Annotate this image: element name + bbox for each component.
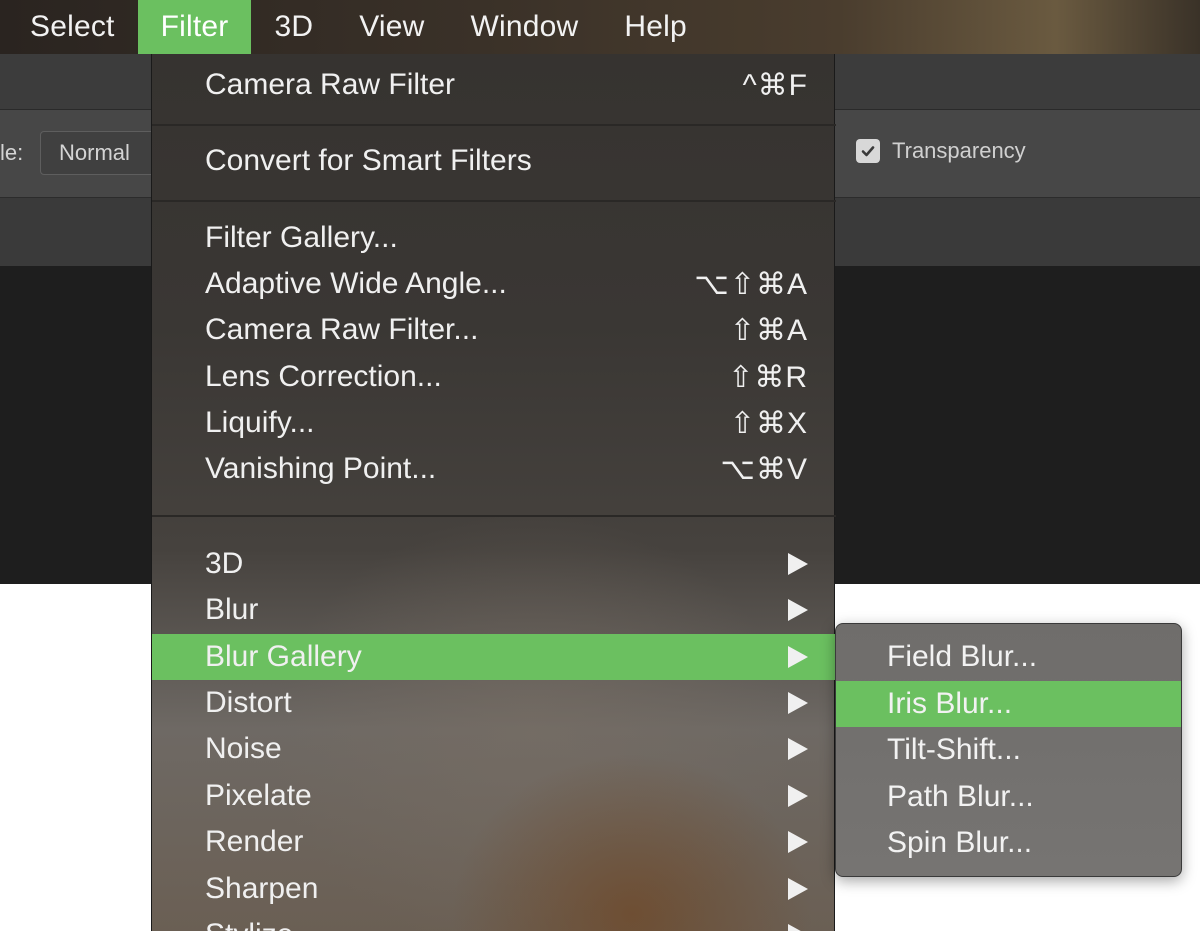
menu-view[interactable]: View (336, 0, 447, 54)
submenu-item-field-blur[interactable]: Field Blur... (836, 634, 1181, 680)
shortcut-text: ⇧⌘A (729, 313, 808, 347)
menu-item-label: Lens Correction... (205, 360, 442, 393)
shortcut-text: ⇧⌘X (729, 406, 808, 440)
menu-item-label: Noise (205, 732, 282, 765)
menu-item-label: Distort (205, 686, 292, 719)
shortcut-text: ⇧⌘R (728, 360, 808, 394)
submenu-arrow-icon (788, 646, 808, 668)
submenu-arrow-icon (788, 785, 808, 807)
menu-item-convert-smart-filters[interactable]: Convert for Smart Filters (152, 138, 836, 184)
menu-item-label: Camera Raw Filter (205, 68, 456, 101)
menu-item-stylize[interactable]: Stylize (152, 912, 836, 931)
menu-3d[interactable]: 3D (251, 0, 336, 54)
submenu-item-path-blur[interactable]: Path Blur... (836, 774, 1181, 820)
menu-item-liquify[interactable]: Liquify... ⇧⌘X (152, 400, 836, 446)
submenu-arrow-icon (788, 878, 808, 900)
menu-item-label: Pixelate (205, 779, 312, 812)
menu-item-blur-gallery[interactable]: Blur Gallery (152, 634, 836, 680)
menu-item-label: Camera Raw Filter... (205, 313, 479, 346)
menu-item-noise[interactable]: Noise (152, 726, 836, 772)
menu-item-sharpen[interactable]: Sharpen (152, 866, 836, 912)
menu-separator (152, 515, 836, 517)
submenu-item-iris-blur[interactable]: Iris Blur... (836, 681, 1181, 727)
menu-item-label: Convert for Smart Filters (205, 144, 532, 177)
transparency-label: Transparency (892, 138, 1026, 163)
menu-item-label: Stylize (205, 918, 293, 931)
menu-item-render[interactable]: Render (152, 819, 836, 865)
blur-gallery-submenu: Field Blur... Iris Blur... Tilt-Shift...… (835, 623, 1182, 877)
menu-item-label: Blur (205, 593, 259, 626)
menu-item-pixelate[interactable]: Pixelate (152, 773, 836, 819)
submenu-arrow-icon (788, 831, 808, 853)
submenu-item-tilt-shift[interactable]: Tilt-Shift... (836, 727, 1181, 773)
menu-item-vanishing-point[interactable]: Vanishing Point... ⌥⌘V (152, 446, 836, 492)
checkmark-icon (861, 146, 875, 157)
menu-item-label: Blur Gallery (205, 640, 362, 673)
menu-bar: Select Filter 3D View Window Help (0, 0, 1200, 54)
menu-help[interactable]: Help (601, 0, 710, 54)
menu-item-camera-raw-filter-last[interactable]: Camera Raw Filter ^⌘F (152, 62, 836, 108)
filter-menu: Camera Raw Filter ^⌘F Convert for Smart … (151, 54, 836, 931)
menu-filter[interactable]: Filter (137, 0, 252, 54)
mode-label: le: (0, 140, 24, 165)
menu-item-distort[interactable]: Distort (152, 680, 836, 726)
submenu-arrow-icon (788, 924, 808, 931)
menu-item-filter-gallery[interactable]: Filter Gallery... (152, 215, 836, 261)
menu-item-label: Liquify... (205, 406, 315, 439)
photoshop-window: Select Filter 3D View Window Help le: No… (0, 0, 1200, 931)
menu-item-blur[interactable]: Blur (152, 587, 836, 633)
menu-item-label: Render (205, 825, 304, 858)
menu-separator (152, 200, 836, 202)
menu-item-label: Adaptive Wide Angle... (205, 267, 507, 300)
menu-item-label: Sharpen (205, 872, 319, 905)
menu-item-3d[interactable]: 3D (152, 541, 836, 587)
submenu-item-spin-blur[interactable]: Spin Blur... (836, 820, 1181, 866)
submenu-arrow-icon (788, 553, 808, 575)
menu-item-lens-correction[interactable]: Lens Correction... ⇧⌘R (152, 354, 836, 400)
menu-item-adaptive-wide-angle[interactable]: Adaptive Wide Angle... ⌥⇧⌘A (152, 261, 836, 307)
submenu-arrow-icon (788, 599, 808, 621)
submenu-arrow-icon (788, 738, 808, 760)
menu-separator (152, 124, 836, 126)
shortcut-text: ⌥⇧⌘A (694, 267, 808, 301)
transparency-checkbox[interactable] (856, 139, 880, 163)
menu-item-camera-raw-filter[interactable]: Camera Raw Filter... ⇧⌘A (152, 307, 836, 353)
menu-item-label: Filter Gallery... (205, 221, 398, 254)
menu-item-label: 3D (205, 547, 244, 580)
submenu-arrow-icon (788, 692, 808, 714)
transparency-option[interactable]: Transparency (856, 138, 1026, 164)
shortcut-text: ^⌘F (742, 68, 808, 102)
shortcut-text: ⌥⌘V (720, 452, 808, 486)
menu-select[interactable]: Select (0, 0, 138, 54)
menu-item-label: Vanishing Point... (205, 452, 437, 485)
menu-window[interactable]: Window (448, 0, 602, 54)
